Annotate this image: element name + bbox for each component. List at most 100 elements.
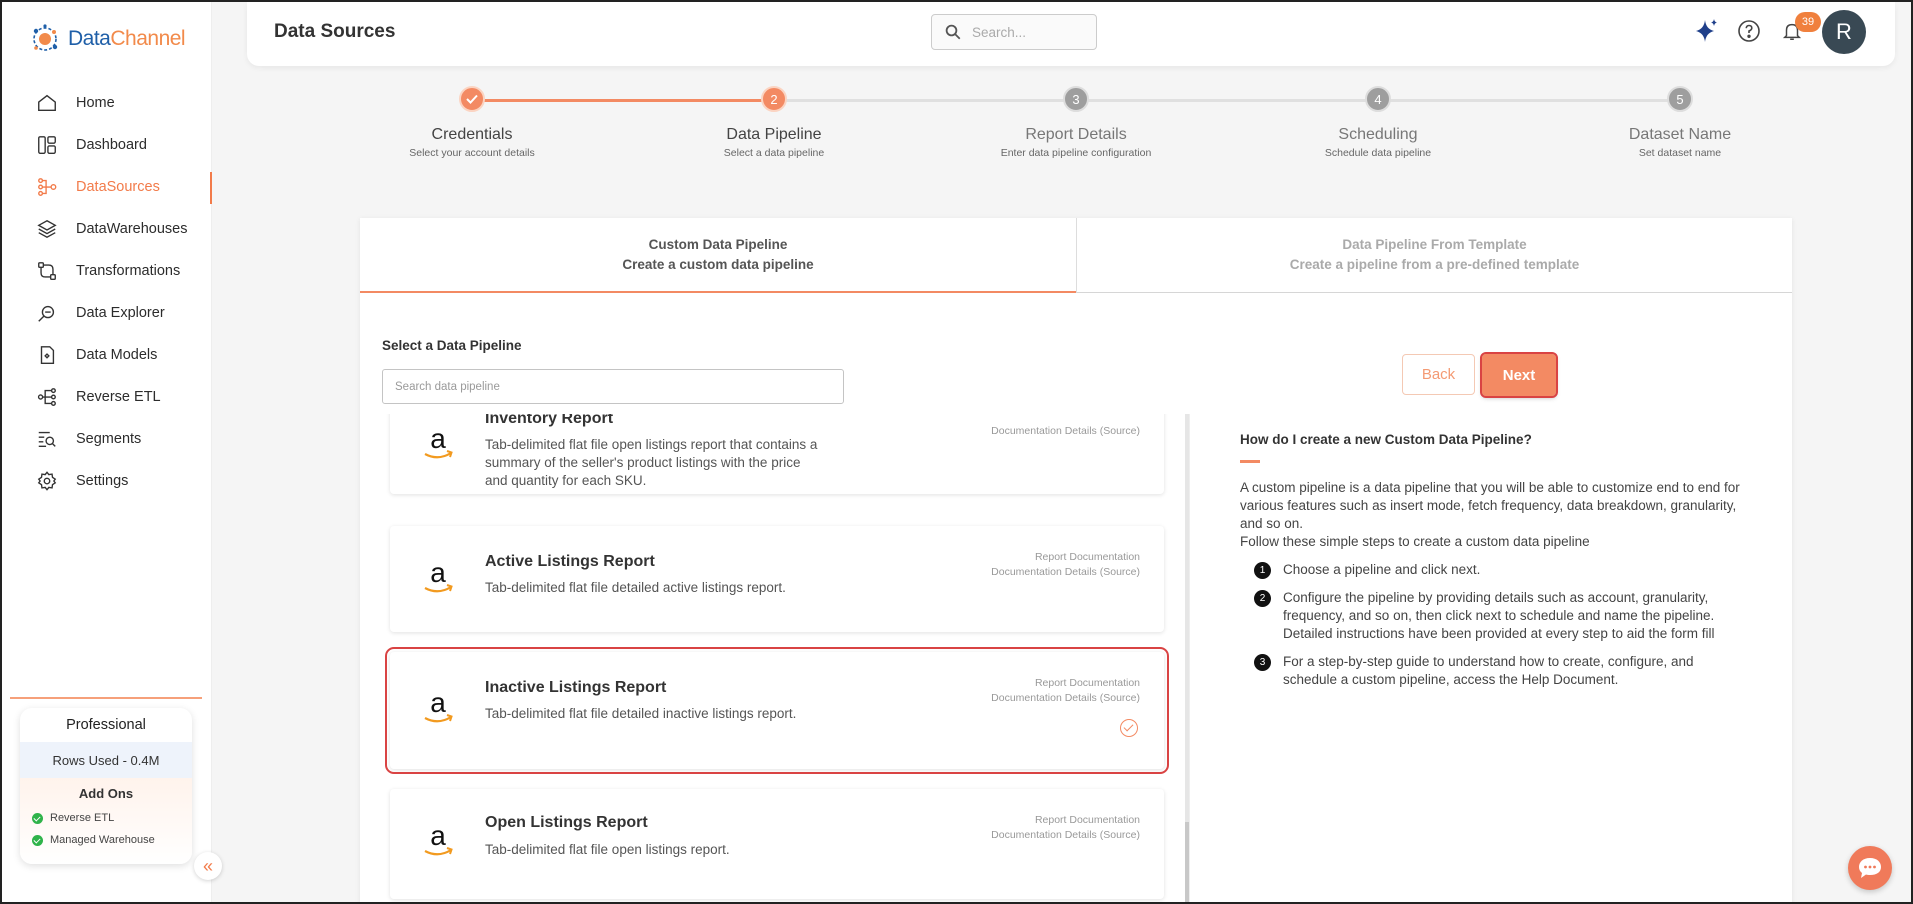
step-name: Scheduling xyxy=(1338,126,1418,143)
sidebar-item-home[interactable]: Home xyxy=(2,82,212,124)
step-report-details[interactable]: 3 Report Details Enter data pipeline con… xyxy=(946,86,1206,159)
chat-support-button[interactable] xyxy=(1848,846,1892,890)
pipeline-links: Documentation Details (Source) xyxy=(991,424,1140,439)
help-circle-icon xyxy=(1738,20,1760,42)
sidebar-item-dashboard[interactable]: Dashboard xyxy=(2,124,212,166)
pipeline-list: a Inventory Report Tab-delimited flat fi… xyxy=(360,414,1188,902)
help-step: 3 For a step-by-step guide to understand… xyxy=(1240,653,1740,689)
report-documentation-link[interactable]: Report Documentation xyxy=(991,676,1140,691)
documentation-details-link[interactable]: Documentation Details (Source) xyxy=(991,828,1140,843)
top-header: Data Sources Search... 39 R xyxy=(247,2,1895,66)
help-step-text: For a step-by-step guide to understand h… xyxy=(1283,654,1694,687)
step-scheduling[interactable]: 4 Scheduling Schedule data pipeline xyxy=(1248,86,1508,159)
segments-icon xyxy=(38,431,56,448)
addon-label: Managed Warehouse xyxy=(50,834,155,846)
model-icon xyxy=(40,346,55,364)
reverse-etl-icon xyxy=(37,388,56,406)
sidebar-item-label: Settings xyxy=(76,473,129,489)
pipeline-tabs: Custom Data Pipeline Create a custom dat… xyxy=(360,218,1792,293)
step-dataset-name[interactable]: 5 Dataset Name Set dataset name xyxy=(1550,86,1810,159)
pipeline-card: Custom Data Pipeline Create a custom dat… xyxy=(360,218,1792,902)
step-name: Dataset Name xyxy=(1628,126,1732,143)
pipeline-links: Report Documentation Documentation Detai… xyxy=(991,813,1140,843)
ai-sparkle-button[interactable] xyxy=(1691,16,1721,46)
pipeline-search-input[interactable] xyxy=(382,369,844,404)
search-placeholder: Search... xyxy=(972,24,1027,40)
documentation-details-link[interactable]: Documentation Details (Source) xyxy=(991,691,1140,706)
tab-subtitle: Create a pipeline from a pre-defined tem… xyxy=(1289,257,1580,272)
documentation-details-link[interactable]: Documentation Details (Source) xyxy=(991,424,1140,439)
addon-item: Managed Warehouse xyxy=(20,829,192,851)
global-search-input[interactable]: Search... xyxy=(931,14,1097,50)
amazon-logo-icon: a xyxy=(424,558,453,593)
sidebar-item-settings[interactable]: Settings xyxy=(2,460,212,502)
help-step: 1 Choose a pipeline and click next. xyxy=(1240,561,1740,579)
pipeline-description: Tab-delimited flat file detailed active … xyxy=(485,580,786,595)
tab-title: Custom Data Pipeline xyxy=(648,237,788,252)
sidebar-item-data-models[interactable]: Data Models xyxy=(2,334,212,376)
sidebar-item-datasources[interactable]: DataSources xyxy=(2,166,212,208)
report-documentation-link[interactable]: Report Documentation xyxy=(991,813,1140,828)
help-button[interactable] xyxy=(1734,16,1764,46)
sidebar-item-reverse-etl[interactable]: Reverse ETL xyxy=(2,376,212,418)
search-icon xyxy=(945,24,961,40)
user-avatar[interactable]: R xyxy=(1822,10,1866,54)
brand-logo[interactable]: DataChannel xyxy=(28,22,186,56)
sidebar-item-data-explorer[interactable]: Data Explorer xyxy=(2,292,212,334)
addon-label: Reverse ETL xyxy=(50,812,115,824)
home-icon xyxy=(38,94,56,112)
step-name: Credentials xyxy=(431,126,513,143)
step-name: Data Pipeline xyxy=(726,126,822,143)
svg-text:a: a xyxy=(430,688,446,718)
back-button[interactable]: Back xyxy=(1402,354,1475,395)
pipeline-description: Tab-delimited flat file open listings re… xyxy=(485,842,730,857)
sidebar-item-datawarehouses[interactable]: DataWarehouses xyxy=(2,208,212,250)
step-subtitle: Enter data pipeline configuration xyxy=(1000,147,1152,159)
sidebar-item-segments[interactable]: Segments xyxy=(2,418,212,460)
step-name: Report Details xyxy=(1025,126,1127,143)
pipeline-title: Inactive Listings Report xyxy=(485,679,667,696)
step-number: 3 xyxy=(1063,86,1089,112)
amazon-logo-icon: a xyxy=(424,424,453,459)
tab-custom-pipeline[interactable]: Custom Data Pipeline Create a custom dat… xyxy=(360,218,1076,293)
sidebar-item-label: DataWarehouses xyxy=(76,221,188,237)
brand-name: DataChannel xyxy=(68,27,186,50)
svg-text:a: a xyxy=(430,558,446,588)
sidebar-item-label: Data Models xyxy=(76,347,158,363)
sidebar-item-label: Dashboard xyxy=(76,137,147,153)
plan-card: Professional Rows Used - 0.4M Add Ons Re… xyxy=(20,708,192,864)
sidebar-item-transformations[interactable]: Transformations xyxy=(2,250,212,292)
pipeline-item-open-listings-report[interactable]: a Open Listings Report Tab-delimited fla… xyxy=(390,789,1164,899)
help-step: 2 Configure the pipeline by providing de… xyxy=(1240,589,1740,643)
addons-section: Add Ons Reverse ETL Managed Warehouse xyxy=(20,778,192,864)
amazon-logo-icon: a xyxy=(424,821,453,856)
tab-title: Data Pipeline From Template xyxy=(1342,237,1527,252)
step-data-pipeline[interactable]: 2 Data Pipeline Select a data pipeline xyxy=(644,86,904,159)
panel-divider xyxy=(1189,414,1190,902)
documentation-details-link[interactable]: Documentation Details (Source) xyxy=(991,565,1140,580)
step-connector xyxy=(774,99,1680,102)
pipeline-item-inventory-report[interactable]: a Inventory Report Tab-delimited flat fi… xyxy=(390,414,1164,494)
tab-template-pipeline[interactable]: Data Pipeline From Template Create a pip… xyxy=(1076,218,1792,293)
check-circle-icon xyxy=(32,812,43,824)
next-button[interactable]: Next xyxy=(1480,352,1558,398)
datasources-icon xyxy=(38,178,57,196)
sidebar-item-label: Data Explorer xyxy=(76,305,165,321)
amazon-logo-icon: a xyxy=(424,688,453,723)
layers-icon xyxy=(37,219,57,239)
help-intro-steps: Follow these simple steps to create a cu… xyxy=(1240,534,1590,549)
gear-icon xyxy=(37,471,57,491)
select-pipeline-label: Select a Data Pipeline xyxy=(382,338,522,353)
app-frame: DataChannel Home Dashboard DataSources D… xyxy=(0,0,1913,904)
report-documentation-link[interactable]: Report Documentation xyxy=(991,550,1140,565)
pipeline-item-active-listings-report[interactable]: a Active Listings Report Tab-delimited f… xyxy=(390,526,1164,632)
pipeline-item-inactive-listings-report[interactable]: a Inactive Listings Report Tab-delimited… xyxy=(385,647,1169,774)
step-number: 2 xyxy=(761,86,787,112)
collapse-sidebar-button[interactable]: « xyxy=(194,852,222,880)
sidebar-divider xyxy=(10,697,202,699)
step-credentials[interactable]: Credentials Select your account details xyxy=(342,86,602,159)
plan-name: Professional xyxy=(66,717,146,733)
sparkle-icon xyxy=(1696,19,1717,42)
sidebar-item-label: DataSources xyxy=(76,179,160,195)
help-step-text: Choose a pipeline and click next. xyxy=(1283,562,1481,577)
